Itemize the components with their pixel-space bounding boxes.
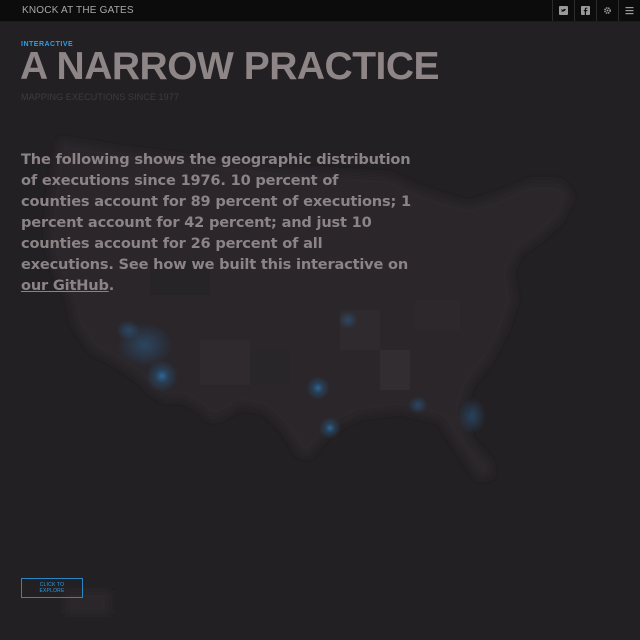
page-title: A NARROW PRACTICE [20,45,440,88]
top-navigation-bar: KNOCK AT THE GATES [0,0,640,22]
site-title[interactable]: KNOCK AT THE GATES [22,5,134,16]
page: KNOCK AT THE GATES INTERACTIVE A NARROW … [0,0,640,640]
intro-paragraph: The following shows the geographic distr… [21,149,411,296]
map-region [200,340,250,385]
hotspot-florida [458,398,486,434]
settings-icon[interactable] [596,0,618,21]
intro-end: . [108,277,115,294]
topbar-icon-group [552,0,640,21]
hotspot-missouri [306,376,330,400]
hotspot-oklahoma [116,320,140,340]
hotspot-alabama [338,311,358,329]
intro-text: The following shows the geographic distr… [21,151,411,273]
map-region [250,350,290,385]
hotspot-virginia [319,417,341,439]
twitter-icon[interactable] [552,0,574,21]
hotspot-georgia [408,396,428,414]
map-region [415,300,460,330]
menu-icon[interactable] [618,0,640,21]
explore-button[interactable]: CLICK TO EXPLORE [21,578,83,598]
github-link[interactable]: our GitHub [21,277,109,294]
facebook-icon[interactable] [574,0,596,21]
page-subtitle: MAPPING EXECUTIONS SINCE 1977 [21,92,179,102]
map-region [380,350,410,390]
